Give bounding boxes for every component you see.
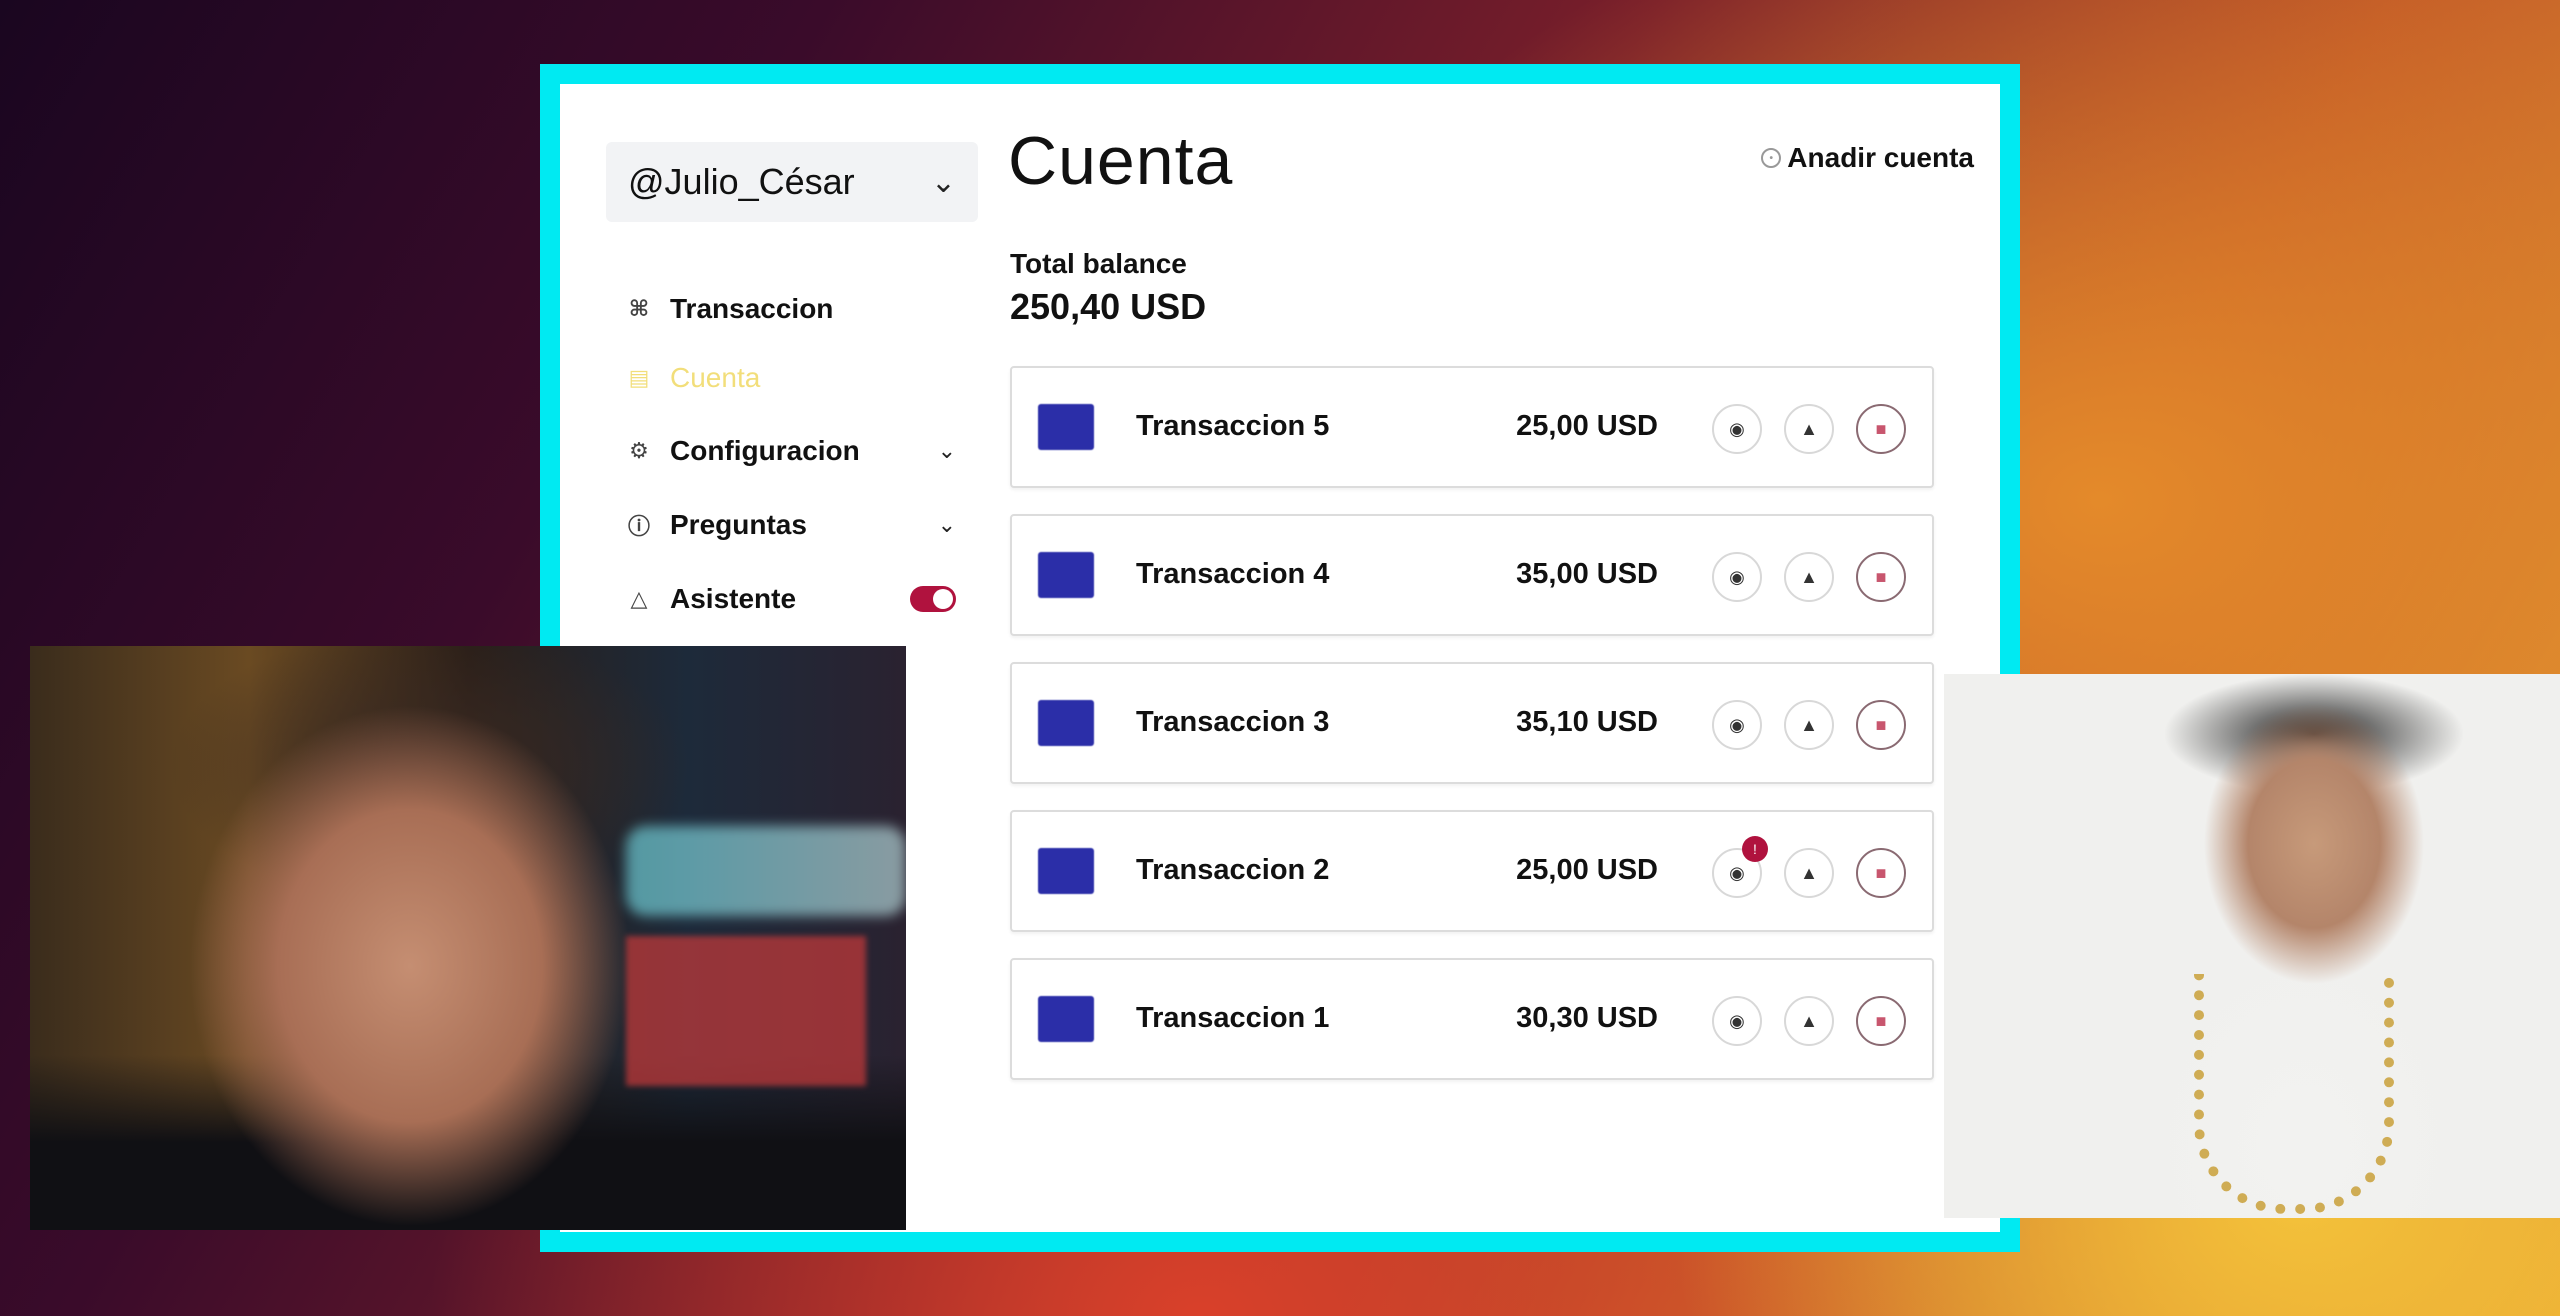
transaction-name: Transaccion 1 xyxy=(1136,1002,1330,1034)
sidebar-item-label: Preguntas xyxy=(670,509,807,540)
transaction-amount: 35,10 USD xyxy=(1516,706,1658,738)
trash-icon: ■ xyxy=(1875,714,1887,735)
eye-icon: ◉ xyxy=(1729,418,1745,439)
upload-icon: ▲ xyxy=(1800,862,1818,883)
transaction-name: Transaccion 3 xyxy=(1136,706,1330,738)
chevron-down-icon: ⌄ xyxy=(937,512,956,537)
question-icon: ⓘ xyxy=(627,514,650,539)
delete-button[interactable]: ■ xyxy=(1856,996,1906,1046)
sidebar-item-configuracion[interactable]: ⚙ Configuracion ⌄ xyxy=(626,426,956,476)
gold-chains xyxy=(2194,974,2394,1214)
eye-icon: ◉ xyxy=(1729,566,1745,587)
delete-button[interactable]: ■ xyxy=(1856,700,1906,750)
trash-icon: ■ xyxy=(1875,566,1887,587)
sidebar-item-cuenta[interactable]: ▤ Cuenta xyxy=(626,353,956,403)
trash-icon: ■ xyxy=(1875,418,1887,439)
plus-circle-icon: • xyxy=(1761,148,1782,168)
delete-button[interactable]: ■ xyxy=(1856,552,1906,602)
transaction-name: Transaccion 4 xyxy=(1136,558,1330,590)
transaction-thumbnail xyxy=(1038,404,1094,450)
sidebar-item-label: Cuenta xyxy=(670,362,761,393)
sidebar-item-asistente[interactable]: △ Asistente xyxy=(626,574,956,624)
transaction-row[interactable]: Transaccion 1 30,30 USD ◉ ▲ ■ xyxy=(1010,958,1934,1080)
page-title: Cuenta xyxy=(1008,123,1234,199)
transaction-amount: 25,00 USD xyxy=(1516,410,1658,442)
background-sign xyxy=(626,936,866,1086)
transaction-row[interactable]: Transaccion 3 35,10 USD ◉ ▲ ■ xyxy=(1010,662,1934,784)
sidebar-item-transaccion[interactable]: ⌘ Transaccion xyxy=(626,284,956,334)
upload-icon: ▲ xyxy=(1800,566,1818,587)
upload-icon: ▲ xyxy=(1800,418,1818,439)
gear-icon: ⚙ xyxy=(629,438,649,463)
upload-icon: ▲ xyxy=(1800,1010,1818,1031)
upload-button[interactable]: ▲ xyxy=(1784,700,1834,750)
view-button[interactable]: ◉ xyxy=(1712,404,1762,454)
chevron-down-icon: ⌄ xyxy=(930,165,956,199)
eye-icon: ◉ xyxy=(1729,1010,1745,1031)
view-button[interactable]: ◉ xyxy=(1712,996,1762,1046)
sidebar-item-label: Transaccion xyxy=(670,293,834,324)
transaction-row[interactable]: Transaccion 2 25,00 USD ◉ ! ▲ ■ xyxy=(1010,810,1934,932)
transaction-name: Transaccion 2 xyxy=(1136,854,1330,886)
delete-button[interactable]: ■ xyxy=(1856,404,1906,454)
trash-icon: ■ xyxy=(1875,1010,1887,1031)
eye-icon: ◉ xyxy=(1729,862,1745,883)
transaction-amount: 35,00 USD xyxy=(1516,558,1658,590)
transaction-row[interactable]: Transaccion 4 35,00 USD ◉ ▲ ■ xyxy=(1010,514,1934,636)
upload-button[interactable]: ▲ xyxy=(1784,404,1834,454)
asistente-toggle[interactable] xyxy=(910,586,956,612)
transaction-thumbnail xyxy=(1038,552,1094,598)
overlay-photo-right xyxy=(1944,674,2560,1218)
sidebar-item-label: Asistente xyxy=(670,583,797,614)
transaction-name: Transaccion 5 xyxy=(1136,410,1330,442)
sidebar-item-preguntas[interactable]: ⓘ Preguntas ⌄ xyxy=(626,500,956,550)
neon-sign xyxy=(626,826,906,916)
transaction-thumbnail xyxy=(1038,848,1094,894)
apps-grid-icon: ⌘ xyxy=(628,296,650,321)
transaction-thumbnail xyxy=(1038,996,1094,1042)
trash-icon: ■ xyxy=(1875,862,1887,883)
add-account-label: Anadir cuenta xyxy=(1787,142,1974,173)
transaction-amount: 25,00 USD xyxy=(1516,854,1658,886)
flask-icon: △ xyxy=(630,586,648,611)
chevron-down-icon: ⌄ xyxy=(937,438,956,463)
transaction-amount: 30,30 USD xyxy=(1516,1002,1658,1034)
notification-badge: ! xyxy=(1742,836,1768,862)
upload-icon: ▲ xyxy=(1800,714,1818,735)
transaction-row[interactable]: Transaccion 5 25,00 USD ◉ ▲ ■ xyxy=(1010,366,1934,488)
wallet-icon: ▤ xyxy=(628,365,650,390)
upload-button[interactable]: ▲ xyxy=(1784,552,1834,602)
overlay-photo-left xyxy=(30,646,906,1230)
account-selector[interactable]: @Julio_César ⌄ xyxy=(606,142,978,222)
delete-button[interactable]: ■ xyxy=(1856,848,1906,898)
transaction-thumbnail xyxy=(1038,700,1094,746)
sidebar-item-label: Configuracion xyxy=(670,435,860,466)
balance-label: Total balance xyxy=(1010,248,1187,279)
upload-button[interactable]: ▲ xyxy=(1784,996,1834,1046)
upload-button[interactable]: ▲ xyxy=(1784,848,1834,898)
account-name: @Julio_César xyxy=(628,161,855,202)
view-button[interactable]: ◉ xyxy=(1712,700,1762,750)
view-button[interactable]: ◉ xyxy=(1712,552,1762,602)
eye-icon: ◉ xyxy=(1729,714,1745,735)
add-account-button[interactable]: • Anadir cuenta xyxy=(1761,142,1974,174)
balance-value: 250,40 USD xyxy=(1010,286,1207,327)
